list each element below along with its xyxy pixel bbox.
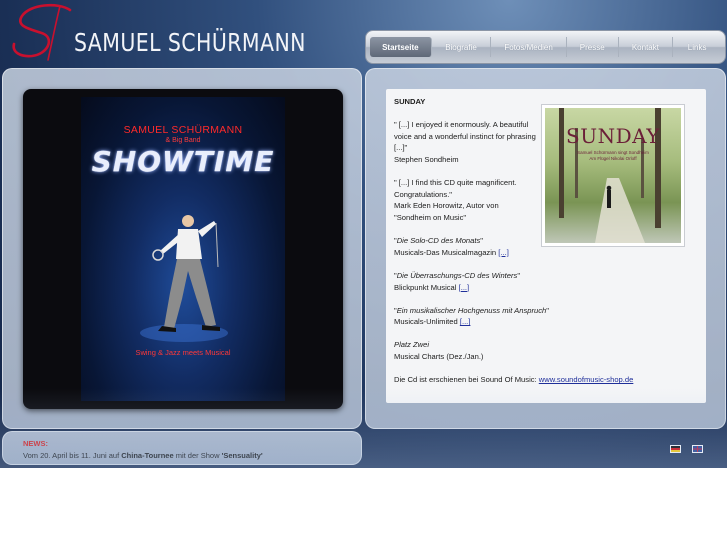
english-flag-icon[interactable]	[692, 445, 703, 453]
nav-item-presse[interactable]: Presse	[567, 37, 619, 57]
news-label: NEWS:	[23, 439, 48, 448]
sunday-cd-cover[interactable]: SUNDAY Samuel Schürmann singt Sondheim A…	[541, 104, 685, 247]
review-title: Die Überraschungs-CD des Winters	[396, 270, 518, 280]
quote-horowitz: " [...] I find this CD quite magnificent…	[394, 177, 536, 223]
poster-artist: SAMUEL SCHÜRMANN	[123, 124, 243, 136]
poster-title: SHOWTIME	[91, 145, 275, 178]
news-show: 'Sensuality'	[221, 451, 263, 460]
poster-panel: SAMUEL SCHÜRMANN & Big Band SHOWTIME Swi…	[2, 68, 362, 429]
review-more-link[interactable]: [...]	[459, 283, 470, 292]
nav-item-fotos-medien[interactable]: Fotos/Medien	[491, 37, 567, 57]
nav-item-kontakt[interactable]: Kontakt	[619, 37, 674, 57]
cover-subtitle: Samuel Schürmann singt Sondheim	[577, 150, 649, 155]
quote-text: " [...] I enjoyed it enormously. A beaut…	[394, 120, 536, 153]
shop-link[interactable]: www.soundofmusic-shop.de	[539, 375, 634, 384]
review-title: Die Solo-CD des Monats	[396, 236, 481, 246]
showtime-poster[interactable]: SAMUEL SCHÜRMANN & Big Band SHOWTIME Swi…	[81, 97, 285, 401]
shop-note-text: Die Cd ist erschienen bei Sound Of Music…	[394, 375, 539, 385]
news-prefix: Vom 20. April bis 11. Juni auf	[23, 451, 122, 460]
review-source: Musical Charts (Dez./Jan.)	[394, 352, 484, 362]
singer-figure-icon	[140, 215, 228, 342]
news-text: Vom 20. April bis 11. Juni auf China-Tou…	[23, 451, 263, 460]
news-bar: NEWS: Vom 20. April bis 11. Juni auf Chi…	[2, 431, 362, 465]
news-tour: China-Tournee	[121, 451, 174, 460]
shop-note: Die Cd ist erschienen bei Sound Of Music…	[394, 374, 694, 386]
review-item: "Ein musikalischer Hochgenuss mit Anspru…	[394, 305, 549, 327]
main-navigation: Startseite Biografie Fotos/Medien Presse…	[365, 30, 726, 64]
cover-title: SUNDAY	[566, 124, 660, 148]
nav-item-startseite[interactable]: Startseite	[370, 37, 432, 57]
content-area: SUNDAY " [...] I enjoyed it enormously. …	[386, 89, 706, 403]
poster-band: & Big Band	[165, 137, 201, 144]
content-panel: SUNDAY " [...] I enjoyed it enormously. …	[365, 68, 726, 429]
poster-frame: SAMUEL SCHÜRMANN & Big Band SHOWTIME Swi…	[23, 89, 343, 409]
review-title: Platz Zwei	[394, 340, 430, 350]
cover-subtitle: Am Flügel Nikolai Orloff	[589, 156, 637, 161]
quote-source: "Sondheim on Music"	[394, 212, 467, 222]
review-source: Blickpunkt Musical	[394, 282, 457, 292]
nav-item-biografie[interactable]: Biografie	[432, 37, 492, 57]
quote-author: Mark Eden Horowitz, Autor von	[394, 201, 499, 211]
site-logo[interactable]: SAMUEL SCHÜRMANN	[8, 2, 306, 62]
review-title: Ein musikalischer Hochgenuss mit Anspruc…	[396, 305, 547, 315]
cover-art: SUNDAY Samuel Schürmann singt Sondheim A…	[545, 108, 681, 243]
poster-tagline: Swing & Jazz meets Musical	[135, 348, 231, 357]
page-background: SAMUEL SCHÜRMANN Startseite Biografie Fo…	[0, 0, 727, 468]
review-item: "Die Überraschungs-CD des Winters" Blick…	[394, 270, 521, 292]
review-source: Musicals-Das Musicalmagazin	[394, 247, 497, 257]
quote-text: " [...] I find this CD quite magnificent…	[394, 178, 517, 199]
quote-sondheim: " [...] I enjoyed it enormously. A beaut…	[394, 119, 536, 165]
review-more-link[interactable]: [...]	[460, 317, 471, 326]
review-more-link[interactable]: [...]	[498, 248, 509, 257]
news-middle: mit der Show	[173, 451, 222, 460]
review-item: Platz Zwei Musical Charts (Dez./Jan.)	[394, 339, 694, 362]
quote-author: Stephen Sondheim	[394, 154, 459, 164]
review-source: Musicals-Unlimited	[394, 317, 458, 327]
german-flag-icon[interactable]	[670, 445, 681, 453]
site-name: SAMUEL SCHÜRMANN	[74, 28, 306, 57]
nav-item-links[interactable]: Links	[673, 37, 721, 57]
